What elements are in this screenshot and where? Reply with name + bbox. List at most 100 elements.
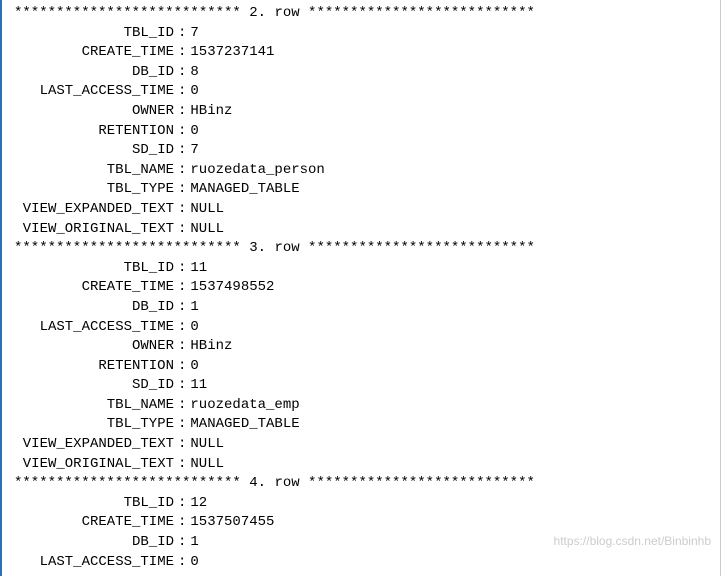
- field-colon: :: [174, 259, 190, 279]
- field-label: VIEW_ORIGINAL_TEXT: [14, 220, 174, 240]
- field-label: TBL_TYPE: [14, 180, 174, 200]
- field-value: 11: [190, 376, 207, 396]
- field-label: SD_ID: [14, 376, 174, 396]
- field-value: 11: [190, 259, 207, 279]
- field-value: NULL: [190, 455, 224, 475]
- field-colon: :: [174, 415, 190, 435]
- field-value: 8: [190, 63, 198, 83]
- field-colon: :: [174, 122, 190, 142]
- field-colon: :: [174, 337, 190, 357]
- field-value: NULL: [190, 200, 224, 220]
- field-value: 1537507455: [190, 513, 274, 533]
- field-colon: :: [174, 43, 190, 63]
- field-colon: :: [174, 318, 190, 338]
- field-label: VIEW_EXPANDED_TEXT: [14, 200, 174, 220]
- field-value: 1: [190, 533, 198, 553]
- field-line: SD_ID:11: [14, 376, 708, 396]
- field-colon: :: [174, 63, 190, 83]
- field-label: CREATE_TIME: [14, 43, 174, 63]
- field-line: TBL_NAME:ruozedata_emp: [14, 396, 708, 416]
- field-label: SD_ID: [14, 141, 174, 161]
- rows-container: *************************** 2. row *****…: [14, 4, 708, 572]
- field-colon: :: [174, 200, 190, 220]
- field-line: OWNER:HBinz: [14, 102, 708, 122]
- field-label: DB_ID: [14, 298, 174, 318]
- field-line: LAST_ACCESS_TIME:0: [14, 82, 708, 102]
- field-label: LAST_ACCESS_TIME: [14, 318, 174, 338]
- field-label: CREATE_TIME: [14, 513, 174, 533]
- field-label: RETENTION: [14, 122, 174, 142]
- field-label: TBL_ID: [14, 24, 174, 44]
- field-line: DB_ID:8: [14, 63, 708, 83]
- field-value: 0: [190, 82, 198, 102]
- field-label: TBL_NAME: [14, 161, 174, 181]
- field-line: TBL_ID:12: [14, 494, 708, 514]
- field-value: 1: [190, 298, 198, 318]
- field-colon: :: [174, 357, 190, 377]
- field-line: TBL_ID:11: [14, 259, 708, 279]
- field-value: HBinz: [190, 337, 232, 357]
- field-value: MANAGED_TABLE: [190, 415, 299, 435]
- field-line: VIEW_EXPANDED_TEXT:NULL: [14, 200, 708, 220]
- field-colon: :: [174, 435, 190, 455]
- field-colon: :: [174, 24, 190, 44]
- field-label: TBL_ID: [14, 494, 174, 514]
- row-separator: *************************** 3. row *****…: [14, 239, 708, 259]
- field-line: OWNER:HBinz: [14, 337, 708, 357]
- field-label: TBL_NAME: [14, 396, 174, 416]
- field-label: VIEW_EXPANDED_TEXT: [14, 435, 174, 455]
- field-line: TBL_TYPE:MANAGED_TABLE: [14, 180, 708, 200]
- field-colon: :: [174, 180, 190, 200]
- field-line: VIEW_ORIGINAL_TEXT:NULL: [14, 455, 708, 475]
- field-colon: :: [174, 396, 190, 416]
- field-colon: :: [174, 494, 190, 514]
- field-value: 0: [190, 122, 198, 142]
- row-separator: *************************** 4. row *****…: [14, 474, 708, 494]
- field-label: RETENTION: [14, 357, 174, 377]
- field-colon: :: [174, 455, 190, 475]
- field-line: CREATE_TIME:1537507455: [14, 513, 708, 533]
- field-value: 1537237141: [190, 43, 274, 63]
- field-value: 12: [190, 494, 207, 514]
- field-value: ruozedata_emp: [190, 396, 299, 416]
- field-value: 0: [190, 318, 198, 338]
- field-label: OWNER: [14, 102, 174, 122]
- field-value: HBinz: [190, 102, 232, 122]
- field-value: 7: [190, 141, 198, 161]
- field-line: TBL_ID:7: [14, 24, 708, 44]
- field-colon: :: [174, 376, 190, 396]
- field-colon: :: [174, 141, 190, 161]
- field-value: 7: [190, 24, 198, 44]
- field-line: DB_ID:1: [14, 298, 708, 318]
- field-value: NULL: [190, 220, 224, 240]
- field-label: DB_ID: [14, 63, 174, 83]
- field-colon: :: [174, 82, 190, 102]
- field-colon: :: [174, 278, 190, 298]
- field-line: TBL_NAME:ruozedata_person: [14, 161, 708, 181]
- watermark-text: https://blog.csdn.net/Binbinhb: [554, 533, 711, 550]
- field-label: VIEW_ORIGINAL_TEXT: [14, 455, 174, 475]
- field-line: CREATE_TIME:1537498552: [14, 278, 708, 298]
- field-line: RETENTION:0: [14, 357, 708, 377]
- field-value: 1537498552: [190, 278, 274, 298]
- field-line: TBL_TYPE:MANAGED_TABLE: [14, 415, 708, 435]
- field-colon: :: [174, 220, 190, 240]
- field-label: TBL_TYPE: [14, 415, 174, 435]
- field-line: VIEW_EXPANDED_TEXT:NULL: [14, 435, 708, 455]
- field-colon: :: [174, 298, 190, 318]
- field-colon: :: [174, 533, 190, 553]
- field-label: LAST_ACCESS_TIME: [14, 82, 174, 102]
- field-label: DB_ID: [14, 533, 174, 553]
- field-line: LAST_ACCESS_TIME:0: [14, 318, 708, 338]
- field-line: VIEW_ORIGINAL_TEXT:NULL: [14, 220, 708, 240]
- field-value: 0: [190, 357, 198, 377]
- field-colon: :: [174, 161, 190, 181]
- field-value: MANAGED_TABLE: [190, 180, 299, 200]
- field-line: SD_ID:7: [14, 141, 708, 161]
- field-line: CREATE_TIME:1537237141: [14, 43, 708, 63]
- field-colon: :: [174, 102, 190, 122]
- field-line: RETENTION:0: [14, 122, 708, 142]
- field-label: TBL_ID: [14, 259, 174, 279]
- terminal-output: *************************** 2. row *****…: [0, 0, 721, 576]
- field-label: CREATE_TIME: [14, 278, 174, 298]
